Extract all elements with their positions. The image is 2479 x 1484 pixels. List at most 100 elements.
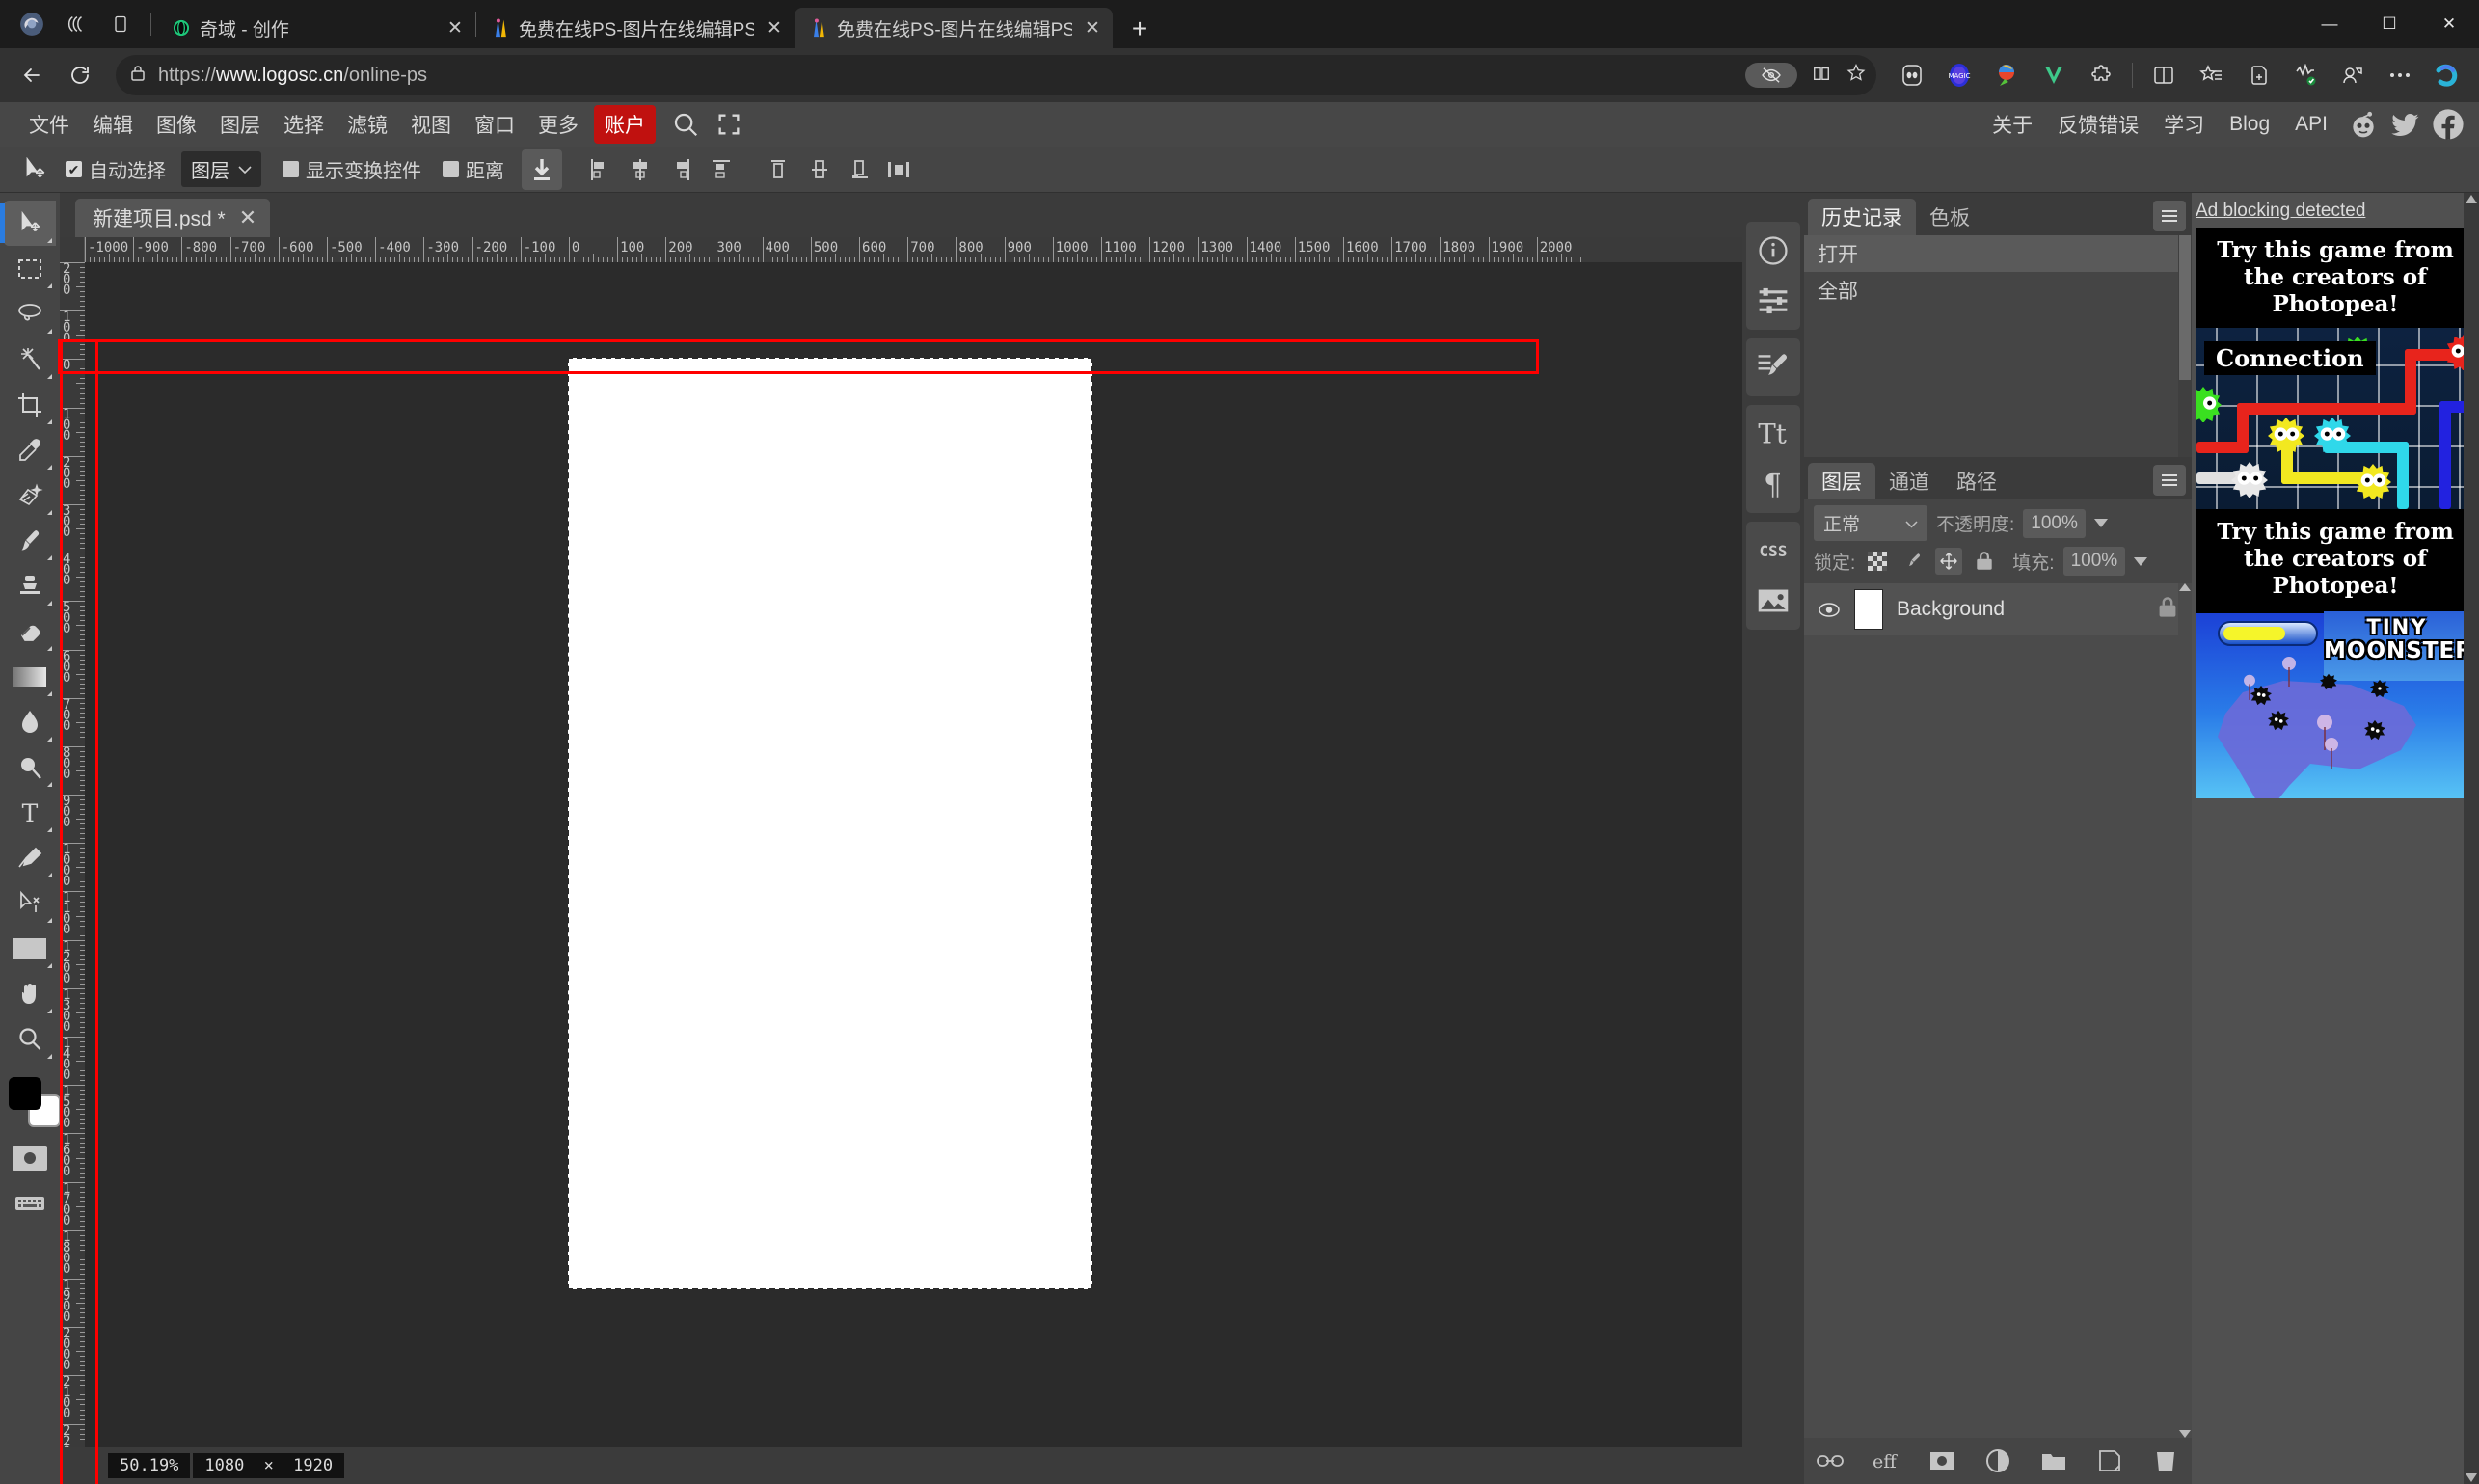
tab-swatches[interactable]: 色板 <box>1916 199 1983 235</box>
paint-icon[interactable] <box>1984 53 2029 97</box>
v-icon[interactable] <box>2032 53 2076 97</box>
browser-tab-0[interactable]: 奇域 - 创作 ✕ <box>157 8 475 48</box>
favorite-star-icon[interactable] <box>1846 63 1867 88</box>
info-icon[interactable] <box>1750 228 1796 274</box>
distribute-bottom-icon[interactable] <box>840 149 880 190</box>
history-item[interactable]: 全部 <box>1804 272 2192 309</box>
more-options-icon[interactable] <box>2378 53 2422 97</box>
reload-icon[interactable] <box>58 53 102 97</box>
tool-path-select[interactable] <box>4 880 56 926</box>
lock-all-icon[interactable] <box>1971 548 1998 575</box>
opacity-value[interactable]: 100% <box>2023 508 2086 538</box>
tool-dodge[interactable] <box>4 744 56 790</box>
fill-value[interactable]: 100% <box>2062 547 2126 576</box>
profile-icon[interactable] <box>2331 53 2375 97</box>
menu-about[interactable]: 关于 <box>1980 106 2045 143</box>
eye-hidden-icon[interactable] <box>1745 63 1797 88</box>
tool-healing-brush[interactable] <box>4 472 56 518</box>
tool-blur[interactable] <box>4 699 56 744</box>
delete-layer-icon[interactable] <box>2150 1445 2181 1476</box>
tool-eyedropper[interactable] <box>4 427 56 472</box>
new-layer-icon[interactable] <box>2094 1445 2125 1476</box>
align-left-icon[interactable] <box>579 149 620 190</box>
layer-effects-icon[interactable]: eff <box>1871 1445 1901 1476</box>
copilot-icon[interactable] <box>2425 53 2469 97</box>
browser-tab-1[interactable]: 免费在线PS-图片在线编辑PSD文 ✕ <box>476 8 795 48</box>
color-swatches[interactable] <box>3 1073 61 1127</box>
ad-blocking-detected-link[interactable]: Ad blocking detected <box>2192 193 2479 228</box>
search-icon[interactable] <box>671 110 700 139</box>
lock-pixels-icon[interactable] <box>1900 548 1927 575</box>
menu-select[interactable]: 选择 <box>272 106 336 143</box>
history-scrollbar[interactable] <box>2178 235 2192 457</box>
performance-icon[interactable] <box>2283 53 2328 97</box>
menu-file[interactable]: 文件 <box>17 106 81 143</box>
history-list[interactable]: 打开 全部 <box>1804 235 2192 457</box>
align-center-h-icon[interactable] <box>620 149 660 190</box>
new-group-icon[interactable] <box>2038 1445 2069 1476</box>
dual-oval-icon[interactable] <box>1890 53 1934 97</box>
document-tab[interactable]: 新建项目.psd * ✕ <box>75 199 271 237</box>
layer-list[interactable]: Background <box>1804 583 2192 1438</box>
tool-move[interactable] <box>0 201 56 246</box>
tool-marquee[interactable] <box>4 246 56 291</box>
collections-star-icon[interactable] <box>2189 53 2233 97</box>
auto-select-checkbox[interactable]: ✔ 自动选择 <box>66 155 166 183</box>
menu-api[interactable]: API <box>2282 109 2340 140</box>
distribute-spacing-icon[interactable] <box>880 149 921 190</box>
add-page-icon[interactable] <box>2236 53 2280 97</box>
maximize-button[interactable]: ☐ <box>2359 0 2419 48</box>
tool-crop[interactable] <box>4 382 56 427</box>
tab-paths[interactable]: 路径 <box>1943 463 2010 499</box>
menu-blog[interactable]: Blog <box>2217 109 2282 140</box>
lock-transparent-icon[interactable] <box>1864 548 1891 575</box>
vertical-ruler[interactable]: 200 100 0 100 200 300 400 500 600 700 800 900 1000 11… <box>60 262 85 1447</box>
document-tab-close[interactable]: ✕ <box>239 205 256 230</box>
canvas-viewport[interactable] <box>85 262 1742 1447</box>
menu-report-bug[interactable]: 反馈错误 <box>2045 106 2151 143</box>
facebook-icon[interactable] <box>2429 105 2467 144</box>
distance-checkbox[interactable]: 距离 <box>443 155 504 183</box>
distribute-top-icon[interactable] <box>759 149 799 190</box>
address-bar[interactable]: https://www.logosc.cn/online-ps <box>116 55 1876 95</box>
lock-position-icon[interactable] <box>1935 548 1963 575</box>
align-top-icon[interactable] <box>701 149 741 190</box>
ad-panel-scrollbar[interactable] <box>2464 193 2479 1484</box>
blend-mode-dropdown[interactable]: 正常 <box>1814 505 1927 541</box>
fullscreen-icon[interactable] <box>715 111 742 138</box>
history-item[interactable]: 打开 <box>1804 235 2192 272</box>
ad-banner-connection[interactable]: Try this game from the creators of Photop… <box>2196 228 2474 610</box>
fill-dropdown-icon[interactable] <box>2134 556 2148 566</box>
browser-tab-2[interactable]: 免费在线PS-图片在线编辑PSD文 ✕ <box>795 8 1113 48</box>
move-tool-icon[interactable] <box>13 150 56 189</box>
new-tab-button[interactable]: + <box>1120 10 1159 48</box>
back-icon[interactable] <box>10 53 54 97</box>
paragraph-icon[interactable]: ¶ <box>1750 461 1796 507</box>
menu-layer[interactable]: 图层 <box>208 106 272 143</box>
character-icon[interactable]: Tt <box>1750 411 1796 457</box>
tool-eraser[interactable] <box>4 608 56 654</box>
align-right-icon[interactable] <box>660 149 701 190</box>
zoom-level[interactable]: 50.19% <box>108 1453 191 1478</box>
adjustments-icon[interactable] <box>1750 278 1796 324</box>
layers-scrollbar[interactable] <box>2178 583 2192 1438</box>
tab-history[interactable]: 历史记录 <box>1808 199 1916 235</box>
tool-type[interactable]: T <box>4 790 56 835</box>
menu-account[interactable]: 账户 <box>594 105 656 144</box>
brush-settings-icon[interactable] <box>1750 344 1796 391</box>
menu-filter[interactable]: 滤镜 <box>336 106 399 143</box>
tab-layers[interactable]: 图层 <box>1808 463 1875 499</box>
layer-mask-icon[interactable] <box>1927 1445 1957 1476</box>
hamburger-menu-icon[interactable] <box>2153 201 2186 231</box>
tool-pen[interactable] <box>4 835 56 880</box>
menu-more[interactable]: 更多 <box>526 106 590 143</box>
menu-view[interactable]: 视图 <box>399 106 463 143</box>
ad-banner-tiny-moonsters[interactable]: TINY MOONSTERS <box>2196 609 2474 799</box>
layer-visibility-icon[interactable] <box>1818 602 1841 618</box>
tool-clone-stamp[interactable] <box>4 563 56 608</box>
tool-brush[interactable] <box>4 518 56 563</box>
reddit-icon[interactable] <box>2344 105 2383 144</box>
tab-close-button[interactable]: ✕ <box>1080 15 1105 40</box>
split-screen-icon[interactable] <box>2142 53 2186 97</box>
tool-magic-wand[interactable] <box>4 337 56 382</box>
